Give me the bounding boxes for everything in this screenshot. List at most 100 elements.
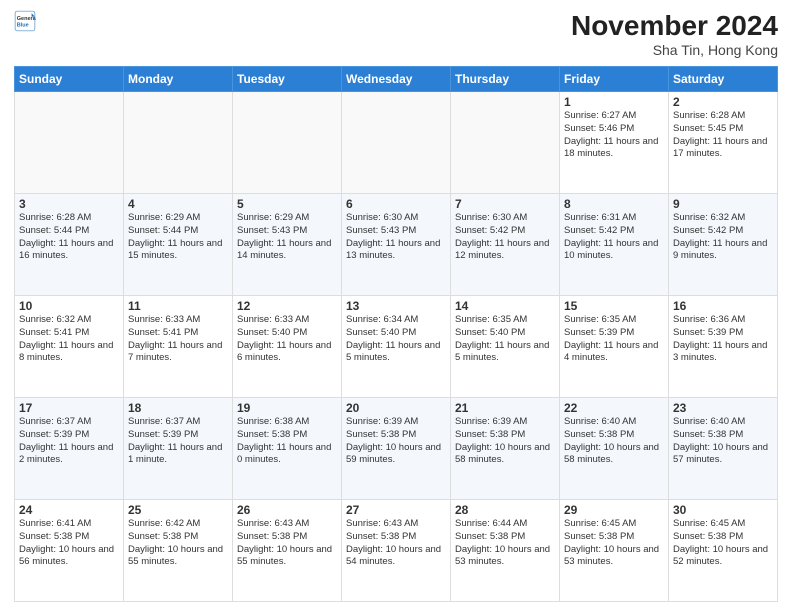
header-tuesday: Tuesday <box>233 67 342 92</box>
day-number: 3 <box>19 197 119 211</box>
day-number: 2 <box>673 95 773 109</box>
day-number: 25 <box>128 503 228 517</box>
calendar-week-0: 1Sunrise: 6:27 AM Sunset: 5:46 PM Daylig… <box>15 92 778 194</box>
calendar-cell: 11Sunrise: 6:33 AM Sunset: 5:41 PM Dayli… <box>124 296 233 398</box>
day-number: 24 <box>19 503 119 517</box>
day-info: Sunrise: 6:43 AM Sunset: 5:38 PM Dayligh… <box>237 518 337 569</box>
calendar-cell: 23Sunrise: 6:40 AM Sunset: 5:38 PM Dayli… <box>669 398 778 500</box>
day-info: Sunrise: 6:31 AM Sunset: 5:42 PM Dayligh… <box>564 212 664 263</box>
calendar-title: November 2024 <box>571 10 778 42</box>
day-info: Sunrise: 6:30 AM Sunset: 5:43 PM Dayligh… <box>346 212 446 263</box>
calendar-cell: 15Sunrise: 6:35 AM Sunset: 5:39 PM Dayli… <box>560 296 669 398</box>
header-wednesday: Wednesday <box>342 67 451 92</box>
day-number: 28 <box>455 503 555 517</box>
day-info: Sunrise: 6:36 AM Sunset: 5:39 PM Dayligh… <box>673 314 773 365</box>
calendar-cell: 2Sunrise: 6:28 AM Sunset: 5:45 PM Daylig… <box>669 92 778 194</box>
calendar-cell: 24Sunrise: 6:41 AM Sunset: 5:38 PM Dayli… <box>15 500 124 602</box>
day-number: 9 <box>673 197 773 211</box>
calendar-cell: 27Sunrise: 6:43 AM Sunset: 5:38 PM Dayli… <box>342 500 451 602</box>
svg-text:General: General <box>17 16 36 22</box>
calendar-subtitle: Sha Tin, Hong Kong <box>571 42 778 58</box>
day-number: 8 <box>564 197 664 211</box>
calendar-week-4: 24Sunrise: 6:41 AM Sunset: 5:38 PM Dayli… <box>15 500 778 602</box>
day-number: 11 <box>128 299 228 313</box>
calendar-cell: 17Sunrise: 6:37 AM Sunset: 5:39 PM Dayli… <box>15 398 124 500</box>
calendar-cell: 28Sunrise: 6:44 AM Sunset: 5:38 PM Dayli… <box>451 500 560 602</box>
day-info: Sunrise: 6:32 AM Sunset: 5:41 PM Dayligh… <box>19 314 119 365</box>
day-number: 20 <box>346 401 446 415</box>
calendar-cell <box>451 92 560 194</box>
calendar-cell: 22Sunrise: 6:40 AM Sunset: 5:38 PM Dayli… <box>560 398 669 500</box>
title-block: November 2024 Sha Tin, Hong Kong <box>571 10 778 58</box>
header-friday: Friday <box>560 67 669 92</box>
day-info: Sunrise: 6:40 AM Sunset: 5:38 PM Dayligh… <box>673 416 773 467</box>
day-number: 13 <box>346 299 446 313</box>
day-number: 12 <box>237 299 337 313</box>
day-number: 14 <box>455 299 555 313</box>
calendar-week-3: 17Sunrise: 6:37 AM Sunset: 5:39 PM Dayli… <box>15 398 778 500</box>
calendar-cell: 29Sunrise: 6:45 AM Sunset: 5:38 PM Dayli… <box>560 500 669 602</box>
day-info: Sunrise: 6:32 AM Sunset: 5:42 PM Dayligh… <box>673 212 773 263</box>
day-info: Sunrise: 6:39 AM Sunset: 5:38 PM Dayligh… <box>455 416 555 467</box>
calendar-table: Sunday Monday Tuesday Wednesday Thursday… <box>14 66 778 602</box>
calendar-cell: 18Sunrise: 6:37 AM Sunset: 5:39 PM Dayli… <box>124 398 233 500</box>
calendar-cell <box>15 92 124 194</box>
svg-text:Blue: Blue <box>17 23 29 29</box>
calendar-cell: 20Sunrise: 6:39 AM Sunset: 5:38 PM Dayli… <box>342 398 451 500</box>
day-number: 19 <box>237 401 337 415</box>
calendar-cell: 6Sunrise: 6:30 AM Sunset: 5:43 PM Daylig… <box>342 194 451 296</box>
day-number: 22 <box>564 401 664 415</box>
day-info: Sunrise: 6:30 AM Sunset: 5:42 PM Dayligh… <box>455 212 555 263</box>
day-info: Sunrise: 6:33 AM Sunset: 5:41 PM Dayligh… <box>128 314 228 365</box>
calendar-cell: 8Sunrise: 6:31 AM Sunset: 5:42 PM Daylig… <box>560 194 669 296</box>
day-number: 7 <box>455 197 555 211</box>
calendar-cell: 14Sunrise: 6:35 AM Sunset: 5:40 PM Dayli… <box>451 296 560 398</box>
day-number: 26 <box>237 503 337 517</box>
day-info: Sunrise: 6:40 AM Sunset: 5:38 PM Dayligh… <box>564 416 664 467</box>
day-info: Sunrise: 6:37 AM Sunset: 5:39 PM Dayligh… <box>128 416 228 467</box>
day-info: Sunrise: 6:29 AM Sunset: 5:44 PM Dayligh… <box>128 212 228 263</box>
logo-icon: General Blue <box>14 10 36 32</box>
header-sunday: Sunday <box>15 67 124 92</box>
calendar-week-1: 3Sunrise: 6:28 AM Sunset: 5:44 PM Daylig… <box>15 194 778 296</box>
day-number: 6 <box>346 197 446 211</box>
calendar-cell: 10Sunrise: 6:32 AM Sunset: 5:41 PM Dayli… <box>15 296 124 398</box>
day-info: Sunrise: 6:43 AM Sunset: 5:38 PM Dayligh… <box>346 518 446 569</box>
day-number: 1 <box>564 95 664 109</box>
day-info: Sunrise: 6:42 AM Sunset: 5:38 PM Dayligh… <box>128 518 228 569</box>
calendar-cell: 3Sunrise: 6:28 AM Sunset: 5:44 PM Daylig… <box>15 194 124 296</box>
calendar-cell <box>124 92 233 194</box>
day-info: Sunrise: 6:35 AM Sunset: 5:39 PM Dayligh… <box>564 314 664 365</box>
calendar-cell: 26Sunrise: 6:43 AM Sunset: 5:38 PM Dayli… <box>233 500 342 602</box>
logo: General Blue <box>14 10 36 32</box>
header: General Blue November 2024 Sha Tin, Hong… <box>14 10 778 58</box>
day-info: Sunrise: 6:34 AM Sunset: 5:40 PM Dayligh… <box>346 314 446 365</box>
day-number: 16 <box>673 299 773 313</box>
day-info: Sunrise: 6:44 AM Sunset: 5:38 PM Dayligh… <box>455 518 555 569</box>
day-number: 4 <box>128 197 228 211</box>
day-info: Sunrise: 6:27 AM Sunset: 5:46 PM Dayligh… <box>564 110 664 161</box>
day-number: 30 <box>673 503 773 517</box>
calendar-cell: 16Sunrise: 6:36 AM Sunset: 5:39 PM Dayli… <box>669 296 778 398</box>
calendar-cell: 21Sunrise: 6:39 AM Sunset: 5:38 PM Dayli… <box>451 398 560 500</box>
calendar-cell <box>342 92 451 194</box>
day-info: Sunrise: 6:37 AM Sunset: 5:39 PM Dayligh… <box>19 416 119 467</box>
header-thursday: Thursday <box>451 67 560 92</box>
calendar-cell: 30Sunrise: 6:45 AM Sunset: 5:38 PM Dayli… <box>669 500 778 602</box>
day-info: Sunrise: 6:28 AM Sunset: 5:45 PM Dayligh… <box>673 110 773 161</box>
day-number: 5 <box>237 197 337 211</box>
calendar-cell: 25Sunrise: 6:42 AM Sunset: 5:38 PM Dayli… <box>124 500 233 602</box>
calendar-cell: 12Sunrise: 6:33 AM Sunset: 5:40 PM Dayli… <box>233 296 342 398</box>
day-number: 21 <box>455 401 555 415</box>
day-number: 29 <box>564 503 664 517</box>
day-number: 27 <box>346 503 446 517</box>
calendar-cell: 4Sunrise: 6:29 AM Sunset: 5:44 PM Daylig… <box>124 194 233 296</box>
day-number: 18 <box>128 401 228 415</box>
day-info: Sunrise: 6:35 AM Sunset: 5:40 PM Dayligh… <box>455 314 555 365</box>
calendar-cell: 7Sunrise: 6:30 AM Sunset: 5:42 PM Daylig… <box>451 194 560 296</box>
day-info: Sunrise: 6:45 AM Sunset: 5:38 PM Dayligh… <box>564 518 664 569</box>
day-number: 23 <box>673 401 773 415</box>
day-info: Sunrise: 6:38 AM Sunset: 5:38 PM Dayligh… <box>237 416 337 467</box>
header-saturday: Saturday <box>669 67 778 92</box>
day-info: Sunrise: 6:33 AM Sunset: 5:40 PM Dayligh… <box>237 314 337 365</box>
